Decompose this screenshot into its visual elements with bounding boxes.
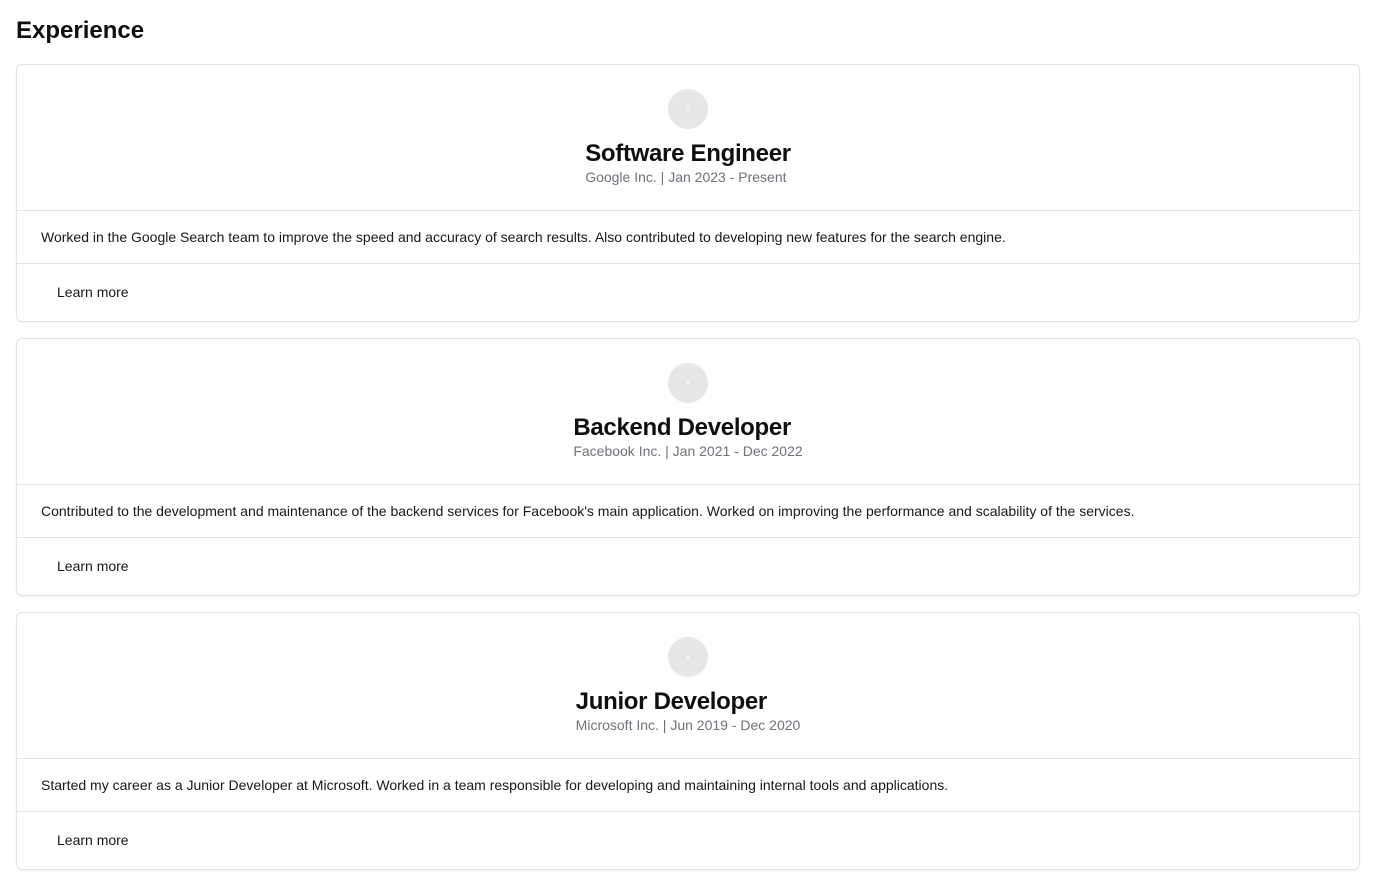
experience-page: Experience Software Engineer Google Inc.…	[0, 0, 1376, 886]
job-title: Backend Developer	[573, 414, 791, 441]
job-title: Software Engineer	[585, 140, 791, 167]
company-and-dates: Facebook Inc. | Jan 2021 - Dec 2022	[573, 443, 803, 459]
job-description: Contributed to the development and maint…	[17, 485, 1359, 538]
avatar-icon	[668, 363, 708, 403]
experience-card: Junior Developer Microsoft Inc. | Jun 20…	[16, 612, 1360, 870]
learn-more-button[interactable]: Learn more	[41, 826, 145, 854]
job-description: Worked in the Google Search team to impr…	[17, 211, 1359, 264]
experience-card: Backend Developer Facebook Inc. | Jan 20…	[16, 338, 1360, 596]
company-and-dates: Google Inc. | Jan 2023 - Present	[585, 169, 787, 185]
section-title: Experience	[16, 17, 145, 44]
learn-more-button[interactable]: Learn more	[41, 552, 145, 580]
learn-more-button[interactable]: Learn more	[41, 278, 145, 306]
card-footer: Learn more	[17, 264, 1359, 321]
avatar-icon	[668, 89, 708, 129]
avatar-icon	[667, 637, 708, 677]
card-footer: Learn more	[17, 812, 1359, 869]
card-header: Junior Developer Microsoft Inc. | Jun 20…	[17, 613, 1359, 759]
card-header: Backend Developer Facebook Inc. | Jan 20…	[17, 339, 1359, 485]
job-description: Started my career as a Junior Developer …	[17, 759, 1359, 812]
experience-card: Software Engineer Google Inc. | Jan 2023…	[16, 64, 1360, 322]
card-footer: Learn more	[17, 538, 1359, 595]
job-title: Junior Developer	[575, 688, 768, 715]
company-and-dates: Microsoft Inc. | Jun 2019 - Dec 2020	[575, 717, 801, 733]
card-header: Software Engineer Google Inc. | Jan 2023…	[17, 65, 1359, 211]
